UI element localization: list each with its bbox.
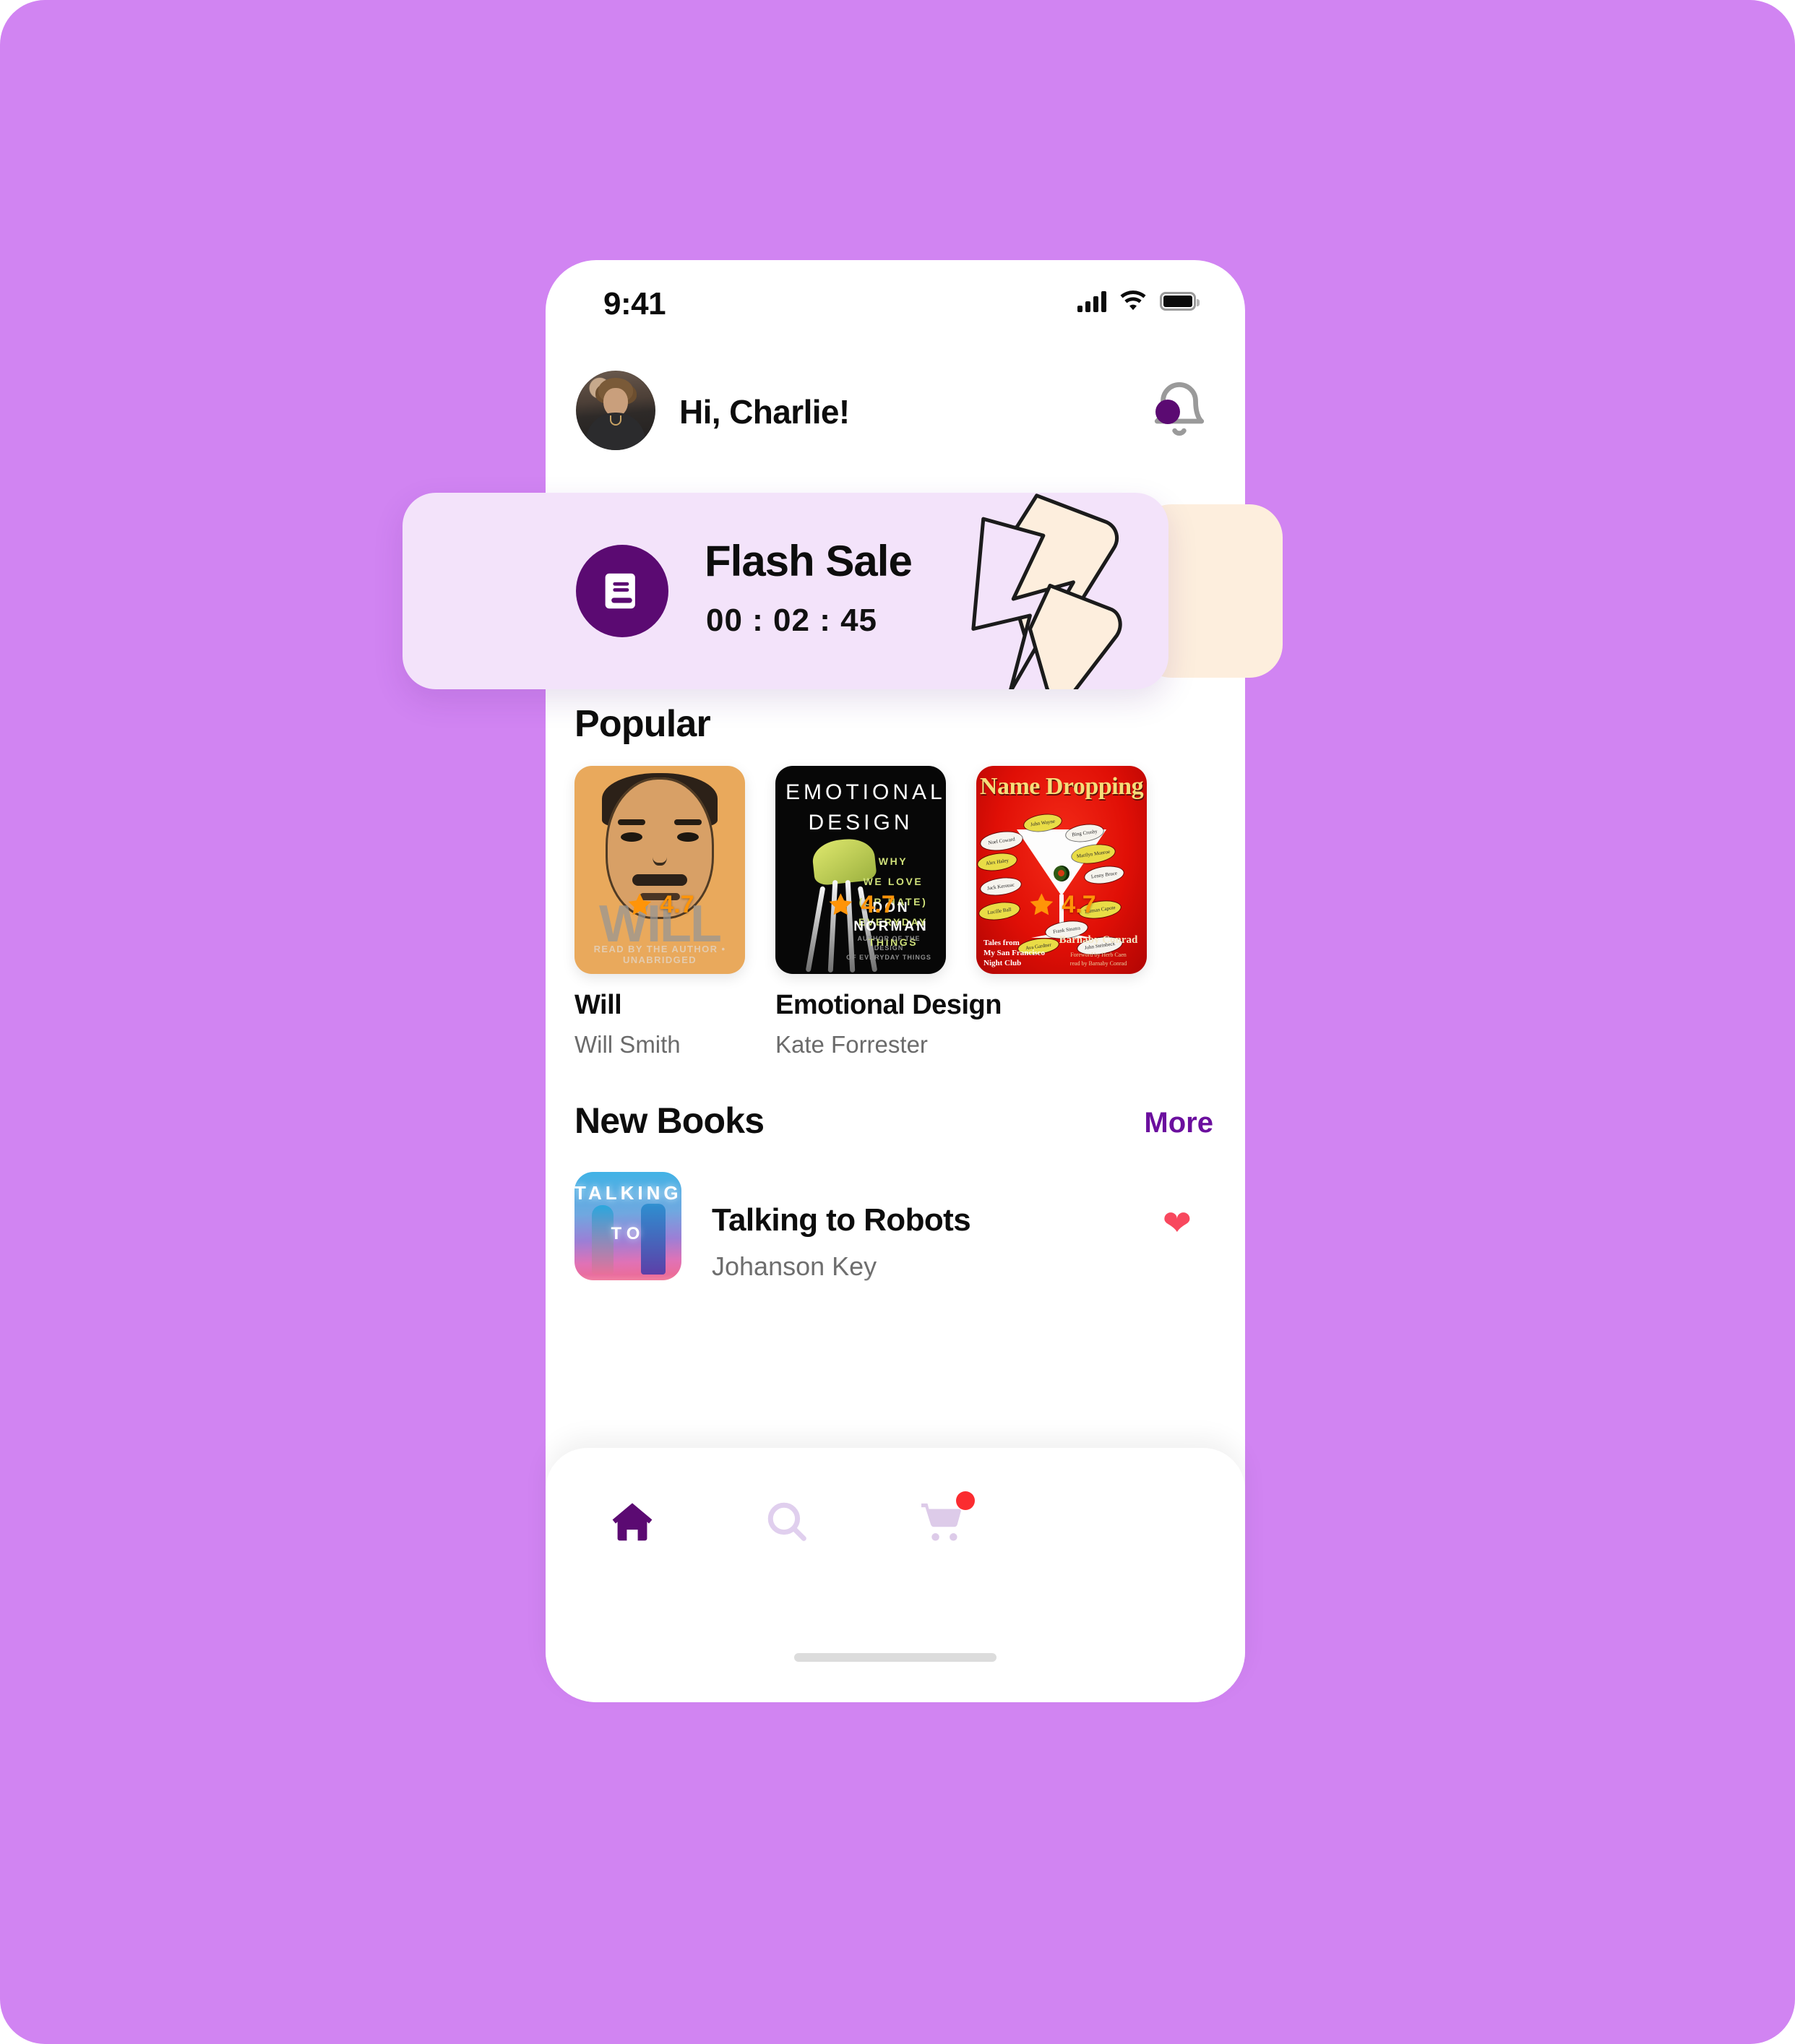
book-card-emotional-design[interactable]: EMOTIONAL DESIGN WHY WE LOVE (OR HATE) E… bbox=[775, 766, 1002, 1058]
status-bar: 9:41 bbox=[546, 260, 1245, 347]
flash-sale-card[interactable]: Flash Sale 00 : 02 : 45 bbox=[403, 493, 1168, 689]
book-author: Johanson Key bbox=[712, 1251, 877, 1281]
cart-badge bbox=[956, 1491, 975, 1510]
star-icon bbox=[1030, 893, 1054, 915]
phone-frame: 9:41 Hi, Charlie! Flash Sale 00: 02: 4… bbox=[403, 260, 1283, 1702]
cover-title: Name Dropping bbox=[979, 773, 1144, 800]
rating-badge: 4.7 bbox=[1027, 890, 1096, 919]
book-author: Kate Forrester bbox=[775, 1031, 928, 1058]
bottom-nav-items bbox=[546, 1478, 1245, 1565]
status-icons bbox=[1077, 290, 1200, 312]
rating-value: 4.7 bbox=[660, 890, 694, 918]
list-item[interactable]: TALKING TO Talking to Robots Johanson Ke… bbox=[574, 1172, 1216, 1324]
search-icon bbox=[767, 1502, 806, 1541]
book-title: Emotional Design bbox=[775, 990, 1002, 1020]
cover-subtitle: READ BY THE AUTHOR • UNABRIDGED bbox=[593, 944, 726, 965]
battery-full-icon bbox=[1160, 292, 1200, 311]
new-books-heading: New Books bbox=[574, 1100, 765, 1141]
bottom-navigation bbox=[546, 1448, 1245, 1702]
cover-bubble: Alex Haley bbox=[976, 851, 1018, 873]
book-cover-emotional-design: EMOTIONAL DESIGN WHY WE LOVE (OR HATE) E… bbox=[775, 766, 946, 974]
popular-heading: Popular bbox=[574, 703, 711, 745]
avatar[interactable] bbox=[576, 371, 655, 450]
book-card-name-dropping[interactable]: Name Dropping Noel Coward John Wayne Bin… bbox=[976, 766, 1147, 974]
wifi-icon bbox=[1120, 290, 1146, 311]
nav-item-cart[interactable] bbox=[898, 1478, 985, 1565]
flash-sale-timer: 00 : 02 : 45 bbox=[706, 603, 878, 638]
app-header: Hi, Charlie! bbox=[546, 358, 1245, 480]
cover-line-1: TALKING bbox=[574, 1182, 681, 1204]
status-time: 9:41 bbox=[603, 286, 666, 322]
flash-sale-title: Flash Sale bbox=[705, 537, 913, 585]
cover-bubble: Lucille Ball bbox=[978, 900, 1021, 922]
nav-item-search[interactable] bbox=[744, 1478, 830, 1565]
rating-value: 4.7 bbox=[1062, 890, 1096, 918]
cover-author: Barnaby Conrad bbox=[1059, 934, 1138, 946]
book-title: Talking to Robots bbox=[712, 1202, 971, 1238]
notification-bell-icon[interactable] bbox=[1147, 378, 1212, 443]
lightning-bolt-icon bbox=[971, 493, 1122, 689]
popular-book-list[interactable]: WILL READ BY THE AUTHOR • UNABRIDGED 4.7… bbox=[546, 766, 1245, 1069]
cover-line-2: DESIGN bbox=[808, 811, 913, 835]
home-indicator-bar[interactable] bbox=[794, 1653, 996, 1662]
book-card-will[interactable]: WILL READ BY THE AUTHOR • UNABRIDGED 4.7… bbox=[574, 766, 745, 1058]
cellular-bars-icon bbox=[1077, 290, 1106, 312]
new-books-more-link[interactable]: More bbox=[1144, 1107, 1213, 1139]
book-title: Will bbox=[574, 990, 622, 1020]
cover-credits: Foreword by Herb Caen read by Barnaby Co… bbox=[1069, 952, 1127, 967]
book-cover-talking-to-robots: TALKING TO bbox=[574, 1172, 681, 1280]
rating-badge: 4.7 bbox=[826, 890, 895, 919]
notification-badge bbox=[1155, 400, 1180, 424]
star-icon bbox=[829, 893, 853, 915]
book-cover-will: WILL READ BY THE AUTHOR • UNABRIDGED 4.7 bbox=[574, 766, 745, 974]
cover-footer: AUTHOR OF THE DESIGN OF EVERYDAY THINGS bbox=[846, 935, 931, 961]
cover-line-2: TO bbox=[611, 1224, 645, 1243]
cover-bubble: Jack Kerouac bbox=[979, 876, 1023, 897]
home-icon bbox=[612, 1503, 653, 1541]
rating-badge: 4.7 bbox=[625, 890, 694, 919]
heart-filled-icon[interactable]: ❤ bbox=[1163, 1207, 1192, 1241]
cover-footer: Tales from My San Francisco Night Club bbox=[983, 939, 1045, 967]
nav-item-home[interactable] bbox=[589, 1478, 676, 1565]
promo-carousel[interactable]: Flash Sale 00 : 02 : 45 bbox=[403, 488, 1283, 691]
book-icon bbox=[576, 545, 668, 637]
book-author: Will Smith bbox=[574, 1031, 681, 1058]
book-cover-name-dropping: Name Dropping Noel Coward John Wayne Bin… bbox=[976, 766, 1147, 974]
rating-value: 4.7 bbox=[861, 890, 895, 918]
greeting-text: Hi, Charlie! bbox=[679, 393, 850, 431]
cover-line-1: EMOTIONAL bbox=[785, 780, 946, 804]
star-icon bbox=[628, 893, 652, 915]
